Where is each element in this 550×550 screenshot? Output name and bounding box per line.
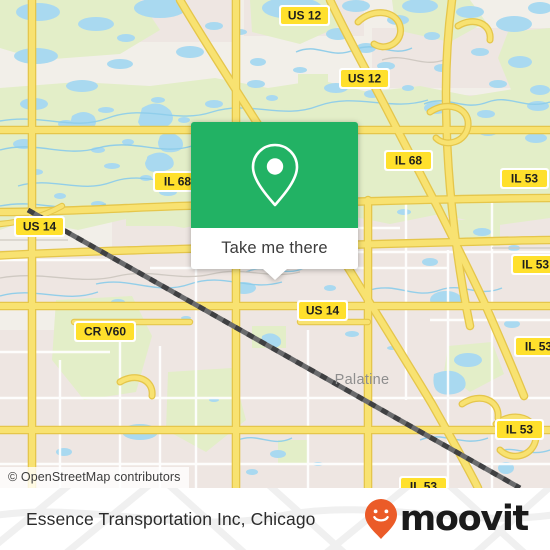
location-title: Essence Transportation Inc, Chicago (26, 508, 316, 529)
road-shield-label: IL 53 (522, 258, 549, 272)
road-shield-label: US 12 (348, 72, 382, 86)
road-shield-label: IL 53 (410, 480, 437, 489)
road-shield: CR V60 (74, 321, 136, 342)
callout-tail (262, 269, 287, 280)
road-shield: US 14 (14, 216, 65, 237)
road-shield-label: CR V60 (84, 325, 126, 339)
map-share-card: Palatine US 12 US 12 IL 68 IL 53 IL 68 US 14 I… (0, 0, 550, 550)
road-shield-label: IL 53 (511, 172, 538, 186)
road-shield-label: IL 68 (395, 154, 422, 168)
road-shield: US 14 (297, 300, 348, 321)
moovit-smiley-pin-icon (364, 499, 397, 539)
footer-bar: Essence Transportation Inc, Chicago moov… (0, 488, 550, 550)
road-shield: IL 53 (399, 476, 448, 488)
moovit-logo: moovit (364, 498, 530, 540)
road-shield-label: US 14 (23, 220, 57, 234)
road-shield-label: IL 68 (164, 175, 191, 189)
road-shield-label: IL 53 (506, 423, 533, 437)
road-shield: IL 53 (500, 168, 549, 189)
road-shield: IL 53 (511, 254, 550, 275)
svg-text:Palatine: Palatine (335, 372, 390, 388)
map-place-labels: Palatine (335, 372, 390, 388)
map-pin-icon (251, 143, 298, 207)
road-shield: IL 53 (495, 419, 544, 440)
road-shield-label: US 12 (288, 9, 322, 23)
take-me-there-label: Take me there (221, 239, 328, 257)
callout-header (191, 122, 358, 228)
osm-attribution[interactable]: © OpenStreetMap contributors (0, 467, 189, 488)
road-shield: IL 68 (384, 150, 433, 171)
road-shield: US 12 (339, 68, 390, 89)
road-shield: IL 53 (514, 336, 550, 357)
road-shield-label: IL 53 (525, 340, 550, 354)
location-callout-card[interactable]: Take me there (191, 122, 358, 280)
callout-action[interactable]: Take me there (191, 228, 358, 280)
road-shield: US 12 (279, 5, 330, 26)
road-shield-label: US 14 (306, 304, 340, 318)
moovit-wordmark: moovit (399, 498, 530, 539)
